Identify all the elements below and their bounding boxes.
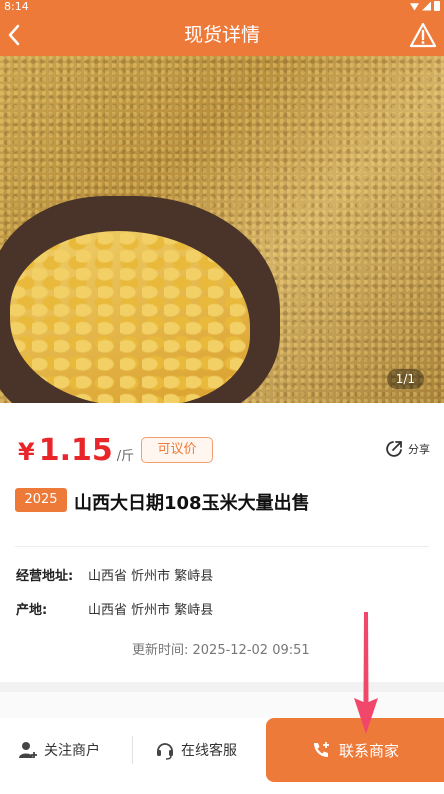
price-currency: ¥ (18, 438, 35, 466)
status-bar: 8:14 (0, 0, 444, 14)
business-address-row: 经营地址: 山西省 忻州市 繁峙县 (16, 565, 316, 585)
next-section-placeholder (0, 692, 444, 718)
business-address-label: 经营地址: (16, 569, 74, 584)
product-image-gallery[interactable]: 1/1 (0, 56, 444, 403)
product-title-row: 2025 山西大日期108玉米大量出售 (15, 486, 425, 516)
origin-label: 产地: (16, 603, 48, 618)
contact-merchant-button[interactable]: 联系商家 (266, 718, 444, 782)
follow-merchant-label: 关注商户 (44, 743, 100, 759)
phone-plus-icon (313, 742, 329, 757)
follow-merchant-button[interactable]: 关注商户 (18, 730, 100, 770)
headset-icon (157, 743, 173, 760)
price-value: 1.15 (38, 433, 113, 468)
origin-value: 山西省 忻州市 繁峙县 (88, 603, 214, 618)
negotiable-badge: 可议价 (141, 437, 213, 463)
update-time: 更新时间: 2025-12-02 09:51 (132, 643, 310, 658)
section-gap (0, 682, 444, 718)
online-service-label: 在线客服 (181, 743, 237, 759)
image-counter: 1/1 (386, 369, 424, 389)
price-row: ¥ 1.15 /斤 (18, 433, 134, 473)
share-label: 分享 (408, 443, 430, 456)
year-badge: 2025 (15, 488, 67, 512)
status-time: 8:14 (4, 0, 29, 13)
battery-icon (434, 1, 440, 11)
warning-icon (409, 22, 437, 48)
bottom-action-bar: 关注商户 在线客服 联系商家 (0, 718, 444, 794)
nav-bar: 现货详情 (0, 14, 444, 56)
report-button[interactable] (406, 18, 440, 52)
origin-row: 产地: 山西省 忻州市 繁峙县 (16, 599, 316, 619)
wifi-icon (410, 3, 419, 11)
divider (15, 546, 429, 547)
signal-icon (422, 1, 431, 11)
contact-merchant-label: 联系商家 (338, 741, 399, 760)
status-icons (410, 1, 440, 11)
online-service-button[interactable]: 在线客服 (155, 730, 237, 770)
price-unit: /斤 (116, 449, 135, 464)
page-title: 现货详情 (183, 24, 260, 46)
share-button[interactable]: 分享 (384, 439, 430, 459)
bottom-divider (132, 736, 133, 764)
product-info-card: ¥ 1.15 /斤 可议价 分享 2025 山西大日期108玉米大量出售 经营地… (0, 403, 444, 682)
add-user-icon (19, 742, 37, 758)
share-icon (386, 441, 402, 457)
product-title: 山西大日期108玉米大量出售 (74, 493, 310, 514)
business-address-value: 山西省 忻州市 繁峙县 (88, 569, 214, 584)
